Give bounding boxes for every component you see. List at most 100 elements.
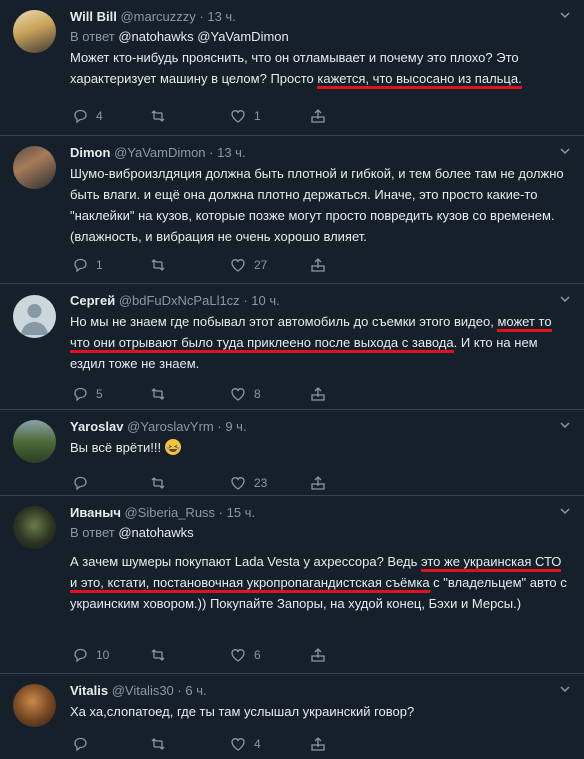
chevron-down-icon[interactable] bbox=[560, 684, 570, 694]
tweet-header: Will Bill @marcuzzzy · 13 ч. bbox=[70, 8, 570, 25]
share-button[interactable] bbox=[310, 474, 326, 492]
chevron-down-icon[interactable] bbox=[560, 146, 570, 156]
timestamp[interactable]: · 9 ч. bbox=[217, 419, 246, 434]
retweet-icon bbox=[151, 477, 165, 489]
reply-count: 4 bbox=[96, 109, 103, 123]
share-icon bbox=[311, 387, 325, 401]
share-button[interactable] bbox=[310, 646, 326, 664]
reply-icon bbox=[74, 109, 87, 124]
author-name[interactable]: Сергей bbox=[70, 293, 115, 308]
timestamp[interactable]: · 13 ч. bbox=[199, 9, 235, 24]
like-button[interactable]: 1 bbox=[230, 107, 261, 125]
like-button[interactable]: 8 bbox=[230, 385, 261, 403]
like-count: 23 bbox=[254, 476, 268, 490]
reply-button[interactable]: 5 bbox=[72, 385, 103, 403]
timestamp[interactable]: · 10 ч. bbox=[243, 293, 279, 308]
like-count: 8 bbox=[254, 387, 261, 401]
reply-context: В ответ @natohawks bbox=[70, 524, 570, 541]
like-button[interactable]: 23 bbox=[230, 474, 267, 492]
retweet-icon bbox=[151, 649, 165, 661]
tweet-text: Может кто-нибудь прояснить, что он отлам… bbox=[70, 47, 570, 89]
retweet-button[interactable] bbox=[150, 107, 174, 125]
share-icon bbox=[311, 258, 325, 272]
author-handle[interactable]: @Vitalis30 bbox=[112, 683, 174, 698]
reply-button[interactable]: 10 bbox=[72, 646, 109, 664]
text-part: Вы всё врёти!!! bbox=[70, 440, 162, 455]
share-button[interactable] bbox=[310, 735, 326, 753]
retweet-icon bbox=[151, 110, 165, 122]
chevron-down-icon[interactable] bbox=[560, 294, 570, 304]
share-button[interactable] bbox=[310, 385, 326, 403]
default-avatar-icon bbox=[21, 304, 48, 335]
heart-icon bbox=[231, 649, 245, 662]
avatar[interactable] bbox=[13, 295, 56, 338]
reply-button[interactable]: 1 bbox=[72, 256, 103, 274]
heart-icon bbox=[231, 388, 245, 401]
share-button[interactable] bbox=[310, 107, 326, 125]
reply-icon bbox=[74, 737, 87, 752]
retweet-icon bbox=[151, 388, 165, 400]
author-handle[interactable]: @YaVamDimon bbox=[114, 145, 205, 160]
author-name[interactable]: Vitalis bbox=[70, 683, 108, 698]
tweet: Will Bill @marcuzzzy · 13 ч. В ответ @na… bbox=[0, 0, 584, 136]
reply-context: В ответ @natohawks @YaVamDimon bbox=[70, 28, 570, 45]
share-icon bbox=[311, 648, 325, 662]
like-button[interactable]: 6 bbox=[230, 646, 261, 664]
reply-button[interactable] bbox=[72, 474, 96, 492]
author-name[interactable]: Will Bill bbox=[70, 9, 117, 24]
reply-button[interactable] bbox=[72, 735, 96, 753]
reply-to-handles[interactable]: @natohawks bbox=[118, 525, 193, 540]
reply-icon bbox=[74, 387, 87, 402]
chevron-down-icon[interactable] bbox=[560, 420, 570, 430]
avatar[interactable] bbox=[13, 684, 56, 727]
retweet-icon bbox=[151, 259, 165, 271]
author-handle[interactable]: @marcuzzzy bbox=[120, 9, 195, 24]
tweet: Сергей @bdFuDxNcPaLl1cz · 10 ч. Но мы не… bbox=[0, 284, 584, 410]
author-handle[interactable]: @Siberia_Russ bbox=[125, 505, 216, 520]
like-count: 4 bbox=[254, 737, 261, 751]
retweet-button[interactable] bbox=[150, 646, 174, 664]
chevron-down-icon[interactable] bbox=[560, 10, 570, 20]
text-part: А зачем шумеры покупают Lada Vesta у ахр… bbox=[70, 554, 422, 569]
reply-to-handles[interactable]: @natohawks @YaVamDimon bbox=[118, 29, 288, 44]
tweet-header: Dimon @YaVamDimon · 13 ч. bbox=[70, 144, 570, 161]
tweet-text: Но мы не знаем где побывал этот автомоби… bbox=[70, 311, 570, 374]
avatar[interactable] bbox=[13, 146, 56, 189]
tweet-text: Вы всё врёти!!! bbox=[70, 437, 570, 458]
timestamp[interactable]: · 15 ч. bbox=[219, 505, 255, 520]
share-button[interactable] bbox=[310, 256, 326, 274]
share-icon bbox=[311, 737, 325, 751]
avatar[interactable] bbox=[13, 10, 56, 53]
timestamp[interactable]: · 13 ч. bbox=[209, 145, 245, 160]
retweet-icon bbox=[151, 738, 165, 750]
retweet-button[interactable] bbox=[150, 385, 174, 403]
like-count: 27 bbox=[254, 258, 268, 272]
author-name[interactable]: Иваныч bbox=[70, 505, 121, 520]
reply-prefix: В ответ bbox=[70, 525, 115, 540]
share-icon bbox=[311, 109, 325, 123]
retweet-button[interactable] bbox=[150, 256, 174, 274]
reply-count: 5 bbox=[96, 387, 103, 401]
reply-button[interactable]: 4 bbox=[72, 107, 103, 125]
chevron-down-icon[interactable] bbox=[560, 506, 570, 516]
author-handle[interactable]: @bdFuDxNcPaLl1cz bbox=[119, 293, 240, 308]
tweet: Vitalis @Vitalis30 · 6 ч. Ха ха,слопатое… bbox=[0, 674, 584, 759]
like-button[interactable]: 4 bbox=[230, 735, 261, 753]
timestamp[interactable]: · 6 ч. bbox=[177, 683, 206, 698]
avatar[interactable] bbox=[13, 506, 56, 549]
author-handle[interactable]: @YaroslavYrm bbox=[127, 419, 214, 434]
reply-icon bbox=[74, 258, 87, 273]
tweet-header: Иваныч @Siberia_Russ · 15 ч. bbox=[70, 504, 570, 521]
author-name[interactable]: Dimon bbox=[70, 145, 110, 160]
retweet-button[interactable] bbox=[150, 735, 174, 753]
avatar[interactable] bbox=[13, 420, 56, 463]
reply-count: 1 bbox=[96, 258, 103, 272]
like-button[interactable]: 27 bbox=[230, 256, 267, 274]
retweet-button[interactable] bbox=[150, 474, 174, 492]
heart-icon bbox=[231, 738, 245, 751]
heart-icon bbox=[231, 110, 245, 123]
tweet: Dimon @YaVamDimon · 13 ч. Шумо-виброизлд… bbox=[0, 136, 584, 284]
share-icon bbox=[311, 476, 325, 490]
tweet-header: Yaroslav @YaroslavYrm · 9 ч. bbox=[70, 418, 570, 435]
author-name[interactable]: Yaroslav bbox=[70, 419, 124, 434]
